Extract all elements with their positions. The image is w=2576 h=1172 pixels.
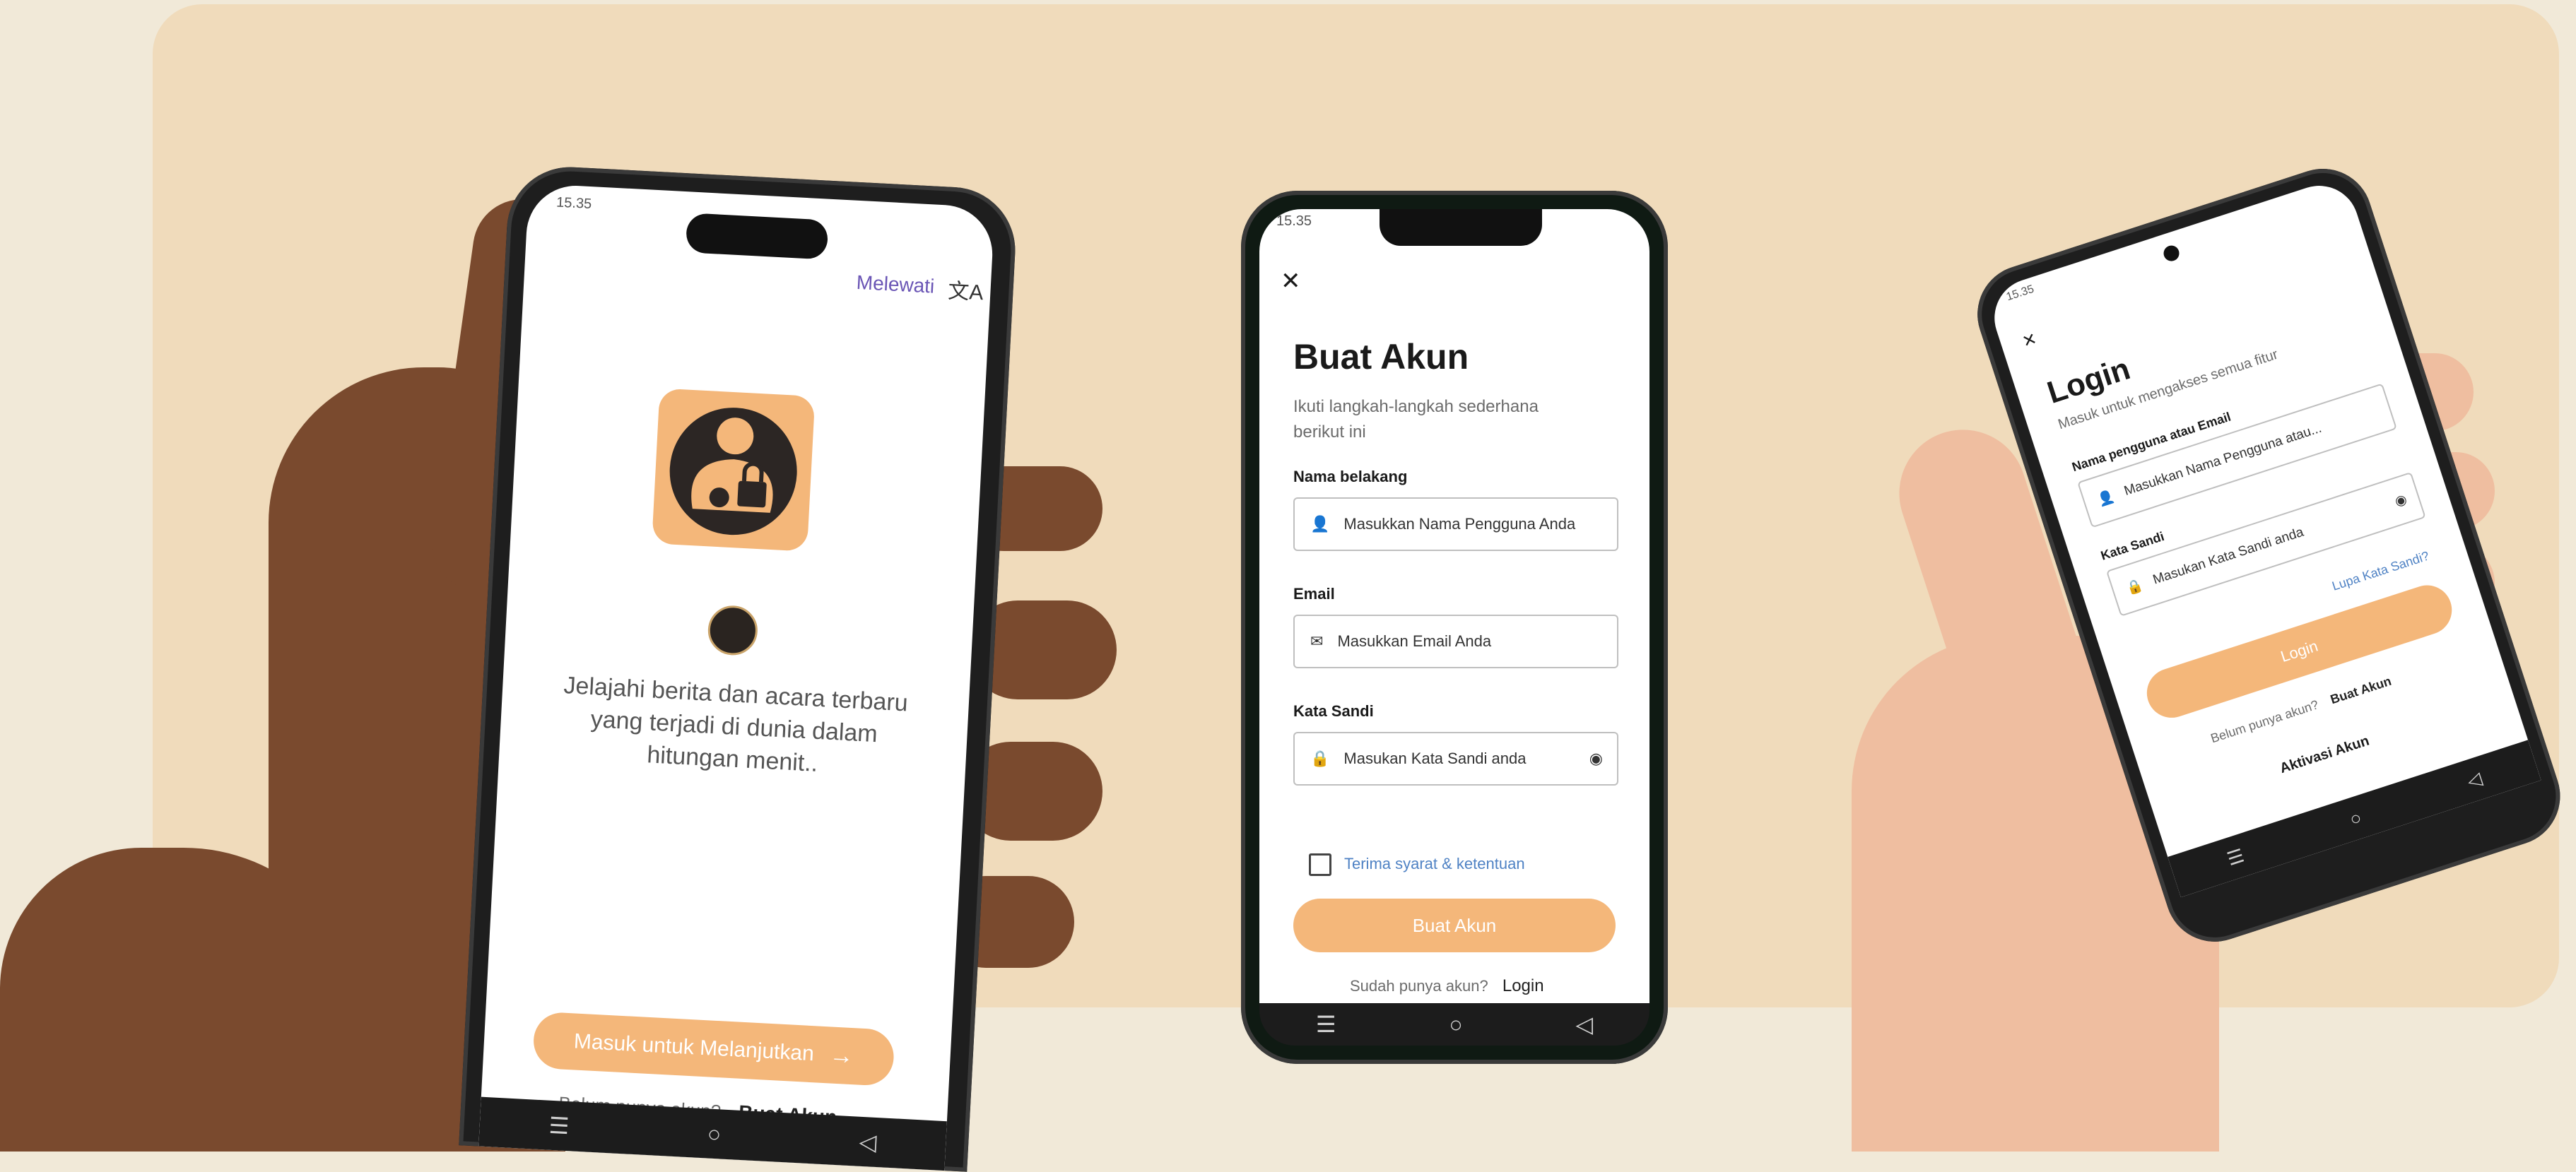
page-subtitle: Ikuti langkah-langkah sederhana berikut … xyxy=(1293,397,1539,442)
menu-icon[interactable]: ☰ xyxy=(1316,1011,1336,1038)
login-link[interactable]: Login xyxy=(1502,976,1544,995)
menu-icon[interactable]: ☰ xyxy=(2224,844,2247,870)
name-field[interactable]: 👤 Masukkan Nama Pengguna Anda xyxy=(1293,497,1618,551)
password-placeholder: Masukan Kata Sandi anda xyxy=(1343,750,1527,767)
status-time: 15.35 xyxy=(1276,213,1312,229)
home-circle-icon[interactable]: ○ xyxy=(2347,806,2365,830)
password-placeholder: Masukan Kata Sandi anda xyxy=(2151,524,2306,588)
terms-link[interactable]: Terima syarat & ketentuan xyxy=(1344,855,1525,873)
back-triangle-icon[interactable]: ◁ xyxy=(2464,767,2485,793)
activate-account-link[interactable]: Aktivasi Akun xyxy=(2278,733,2371,778)
have-account-text: Sudah punya akun? xyxy=(1350,977,1488,995)
name-placeholder: Masukkan Nama Pengguna Anda xyxy=(1343,515,1576,533)
home-circle-icon[interactable]: ○ xyxy=(707,1120,722,1147)
name-label: Nama belakang xyxy=(1293,468,1408,485)
create-account-link[interactable]: Buat Akun xyxy=(2329,674,2393,707)
login-prompt: Sudah punya akun? Login xyxy=(1350,976,1544,996)
mail-icon: ✉ xyxy=(1310,632,1324,650)
lock-icon: 🔒 xyxy=(2124,577,2146,597)
no-account-text: Belum punya akun? xyxy=(2209,697,2321,746)
status-time: 15.35 xyxy=(555,194,592,213)
password-label: Kata Sandi xyxy=(1293,702,1374,720)
continue-button-label: Masuk untuk Melanjutkan xyxy=(573,1029,815,1066)
skip-link[interactable]: Melewati xyxy=(856,271,935,298)
back-triangle-icon[interactable]: ◁ xyxy=(1575,1011,1593,1038)
onboarding-phone: 15.35 Melewati 文A Jelajahi berita dan ac… xyxy=(459,164,1019,1172)
translate-icon[interactable]: 文A xyxy=(947,273,984,307)
continue-button[interactable]: Masuk untuk Melanjutkan → xyxy=(532,1011,895,1087)
onboarding-screen: 15.35 Melewati 文A Jelajahi berita dan ac… xyxy=(478,183,995,1171)
menu-icon[interactable]: ☰ xyxy=(548,1112,570,1140)
close-icon[interactable]: ✕ xyxy=(2020,328,2040,353)
camera-pill xyxy=(685,213,829,260)
eye-icon[interactable]: ◉ xyxy=(2393,491,2409,510)
register-screen: 15.35 ✕ Buat Akun Ikuti langkah-langkah … xyxy=(1259,209,1649,1003)
page-title: Buat Akun xyxy=(1293,337,1469,377)
status-time: 15.35 xyxy=(2004,283,2036,304)
register-phone: 15.35 ✕ Buat Akun Ikuti langkah-langkah … xyxy=(1241,191,1668,1064)
notch xyxy=(1380,209,1542,246)
terms-checkbox[interactable] xyxy=(1309,853,1331,876)
app-logo xyxy=(652,388,816,552)
password-field[interactable]: 🔒 Masukan Kata Sandi anda ◉ xyxy=(1293,732,1618,786)
punch-hole-camera xyxy=(2161,243,2182,264)
email-placeholder: Masukkan Email Anda xyxy=(1337,632,1492,650)
arrow-right-icon: → xyxy=(828,1041,854,1070)
user-placeholder: Masukkan Nama Pengguna atau... xyxy=(2122,420,2324,499)
back-triangle-icon[interactable]: ◁ xyxy=(859,1128,878,1156)
create-account-button[interactable]: Buat Akun xyxy=(1293,899,1616,952)
eye-icon[interactable]: ◉ xyxy=(1589,750,1603,768)
home-circle-icon[interactable]: ○ xyxy=(1449,1012,1462,1038)
lock-icon: 🔒 xyxy=(1310,750,1330,767)
user-icon: 👤 xyxy=(2095,488,2117,509)
email-label: Email xyxy=(1293,585,1335,603)
email-field[interactable]: ✉ Masukkan Email Anda xyxy=(1293,615,1618,668)
close-icon[interactable]: ✕ xyxy=(1281,267,1301,295)
user-icon: 👤 xyxy=(1310,515,1330,533)
small-emblem-icon xyxy=(707,604,759,657)
onboarding-description: Jelajahi berita dan acara terbaru yang t… xyxy=(563,671,909,777)
android-nav-bar: ☰ ○ ◁ xyxy=(1259,1003,1649,1046)
